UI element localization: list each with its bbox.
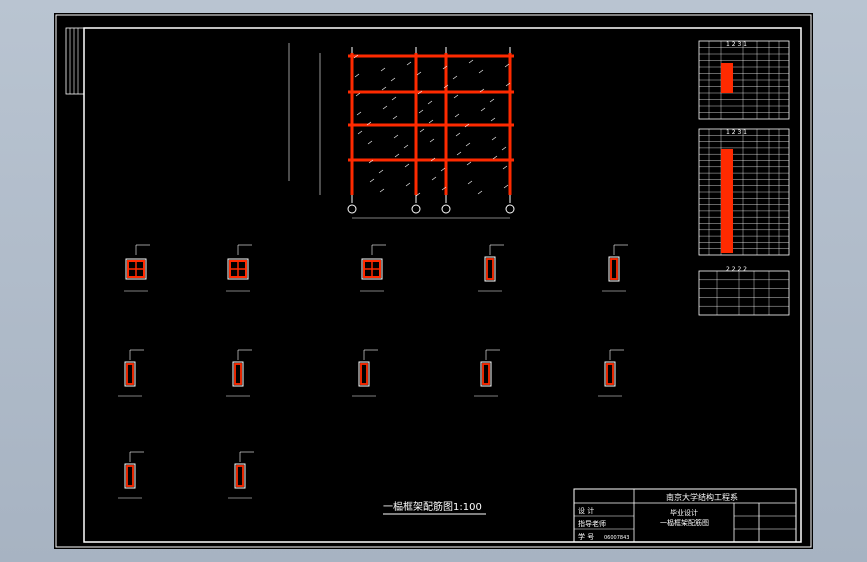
annotation-tick xyxy=(369,178,375,183)
rebar-tables: 1 2 3 1 1 2 3 1 2 2 2 2 xyxy=(698,40,790,316)
axis-bubble xyxy=(411,204,421,214)
row-student-no: 学 号 xyxy=(578,532,594,541)
annotation-tick xyxy=(390,77,396,82)
annotation-tick xyxy=(456,151,462,156)
sheet-name: 一榀框架配筋图 xyxy=(660,518,709,527)
drawing-sheet: 1 2 3 1 1 2 3 1 2 2 2 2 一榀框架配筋图1:100 南京大… xyxy=(54,13,813,549)
frame-elevation xyxy=(288,43,515,219)
section-rebar xyxy=(606,363,614,385)
annotation-tick xyxy=(404,163,410,168)
annotation-tick xyxy=(416,71,422,76)
annotation-tick xyxy=(379,188,385,193)
annotation-tick xyxy=(431,176,437,181)
axis-bubble xyxy=(347,204,357,214)
table2-title: 1 2 3 1 xyxy=(726,129,747,136)
outer-border xyxy=(55,14,812,548)
annotation-tick xyxy=(382,105,388,110)
annotation-tick xyxy=(454,113,460,118)
annotation-tick xyxy=(419,128,425,133)
annotation-tick xyxy=(467,180,473,185)
annotation-tick xyxy=(491,136,497,141)
row-advisor: 指导老师 xyxy=(578,519,606,528)
annotation-tick xyxy=(393,134,399,139)
annotation-tick xyxy=(356,111,362,116)
student-no-value: 06007843 xyxy=(604,535,629,541)
annotation-tick xyxy=(378,169,384,174)
annotation-tick xyxy=(477,190,483,195)
section-rebar xyxy=(126,465,134,487)
section-rebar xyxy=(236,465,244,487)
annotation-tick xyxy=(394,153,400,158)
section-rebar xyxy=(610,258,618,280)
annotation-tick xyxy=(468,59,474,64)
section-rebar xyxy=(486,258,494,280)
inner-border xyxy=(83,27,802,543)
binding-strip xyxy=(65,27,85,95)
title-block: 南京大学结构工程系 毕业设计 一榀框架配筋图 设 计 指导老师 学 号 0600… xyxy=(573,488,797,543)
annotation-tick xyxy=(380,67,386,72)
table3-title: 2 2 2 2 xyxy=(726,266,747,273)
annotation-tick xyxy=(452,75,458,80)
annotation-tick xyxy=(440,167,446,172)
annotation-tick xyxy=(453,94,459,99)
annotation-tick xyxy=(502,165,508,170)
table-outline xyxy=(698,270,790,316)
cad-viewport[interactable]: 1 2 3 1 1 2 3 1 2 2 2 2 一榀框架配筋图1:100 南京大… xyxy=(0,0,867,562)
column-sections xyxy=(118,244,628,499)
row-designer: 设 计 xyxy=(578,506,594,515)
annotation-tick xyxy=(501,146,507,151)
table1-title: 1 2 3 1 xyxy=(726,41,747,48)
section-rebar xyxy=(234,363,242,385)
annotation-tick xyxy=(392,115,398,120)
project-name: 毕业设计 xyxy=(670,508,698,517)
section-rebar xyxy=(482,363,490,385)
annotation-tick xyxy=(490,117,496,122)
annotation-tick xyxy=(466,161,472,166)
section-rebar xyxy=(360,363,368,385)
table-highlight xyxy=(721,149,733,253)
drawing-caption: 一榀框架配筋图1:100 xyxy=(383,500,482,513)
annotation-tick xyxy=(465,142,471,147)
annotation-tick xyxy=(367,140,373,145)
annotation-tick xyxy=(357,130,363,135)
section-rebar xyxy=(126,363,134,385)
annotation-tick xyxy=(418,109,424,114)
annotation-tick xyxy=(428,119,434,124)
annotation-tick xyxy=(455,132,461,137)
school-name: 南京大学结构工程系 xyxy=(666,492,738,502)
annotation-tick xyxy=(381,86,387,91)
annotation-tick xyxy=(406,61,412,66)
axis-bubble xyxy=(505,204,515,214)
annotation-tick xyxy=(503,184,509,189)
annotation-tick xyxy=(405,182,411,187)
annotation-tick xyxy=(504,63,510,68)
annotation-tick xyxy=(478,69,484,74)
annotation-tick xyxy=(391,96,397,101)
annotation-tick xyxy=(427,100,433,105)
annotation-tick xyxy=(489,98,495,103)
annotation-tick xyxy=(480,107,486,112)
table-highlight xyxy=(721,63,733,93)
axis-bubble xyxy=(441,204,451,214)
annotation-tick xyxy=(429,138,435,143)
annotation-tick xyxy=(403,144,409,149)
annotation-tick xyxy=(354,73,360,78)
